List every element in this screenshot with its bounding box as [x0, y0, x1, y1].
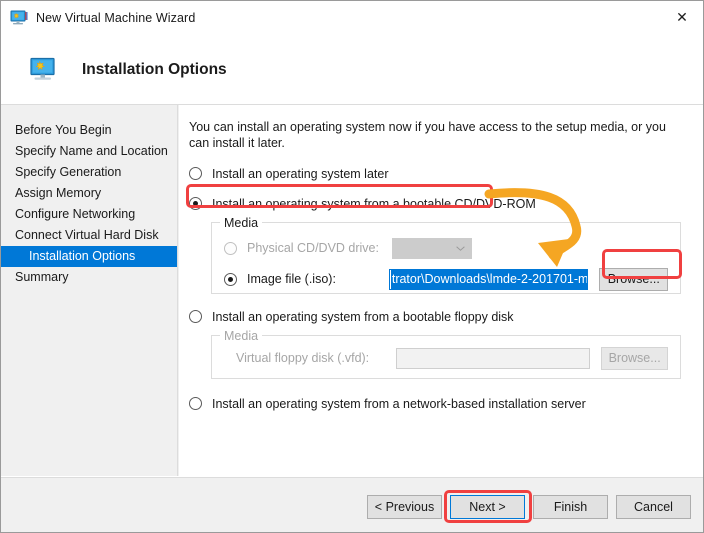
radio-install-from-cd-dvd[interactable]: Install an operating system from a boota… [189, 194, 690, 213]
sidebar-item-connect-virtual-hard-disk[interactable]: Connect Virtual Hard Disk [1, 225, 177, 246]
wizard-content-pane: You can install an operating system now … [179, 105, 703, 476]
new-virtual-machine-wizard-window: New Virtual Machine Wizard ✕ Installatio… [0, 0, 704, 533]
sidebar-item-installation-options[interactable]: Installation Options [1, 246, 177, 267]
cd-dvd-media-group: Media Physical CD/DVD drive: Image file … [211, 216, 681, 294]
radio-indicator [189, 397, 202, 410]
radio-install-from-floppy-label: Install an operating system from a boota… [212, 309, 514, 324]
image-file-browse-button[interactable]: Browse... [599, 267, 668, 291]
virtual-machine-icon [30, 57, 55, 80]
title-bar: New Virtual Machine Wizard ✕ [1, 1, 703, 35]
virtual-floppy-disk-label: Virtual floppy disk (.vfd): [236, 351, 370, 365]
cd-dvd-media-legend: Media [220, 216, 263, 230]
wizard-body: Before You Begin Specify Name and Locati… [1, 105, 703, 476]
radio-install-from-network-label: Install an operating system from a netwo… [212, 396, 586, 411]
radio-indicator [224, 272, 237, 286]
physical-cd-dvd-drive-label: Physical CD/DVD drive: [247, 241, 379, 255]
radio-install-from-network[interactable]: Install an operating system from a netwo… [189, 394, 690, 413]
radio-install-later[interactable]: Install an operating system later [189, 164, 690, 183]
previous-button[interactable]: < Previous [367, 495, 442, 519]
radio-install-from-cd-dvd-label: Install an operating system from a boota… [212, 196, 536, 211]
page-header: Installation Options [1, 35, 703, 105]
close-icon[interactable]: ✕ [659, 1, 703, 32]
virtual-machine-icon [10, 10, 28, 25]
intro-text: You can install an operating system now … [189, 120, 666, 150]
radio-install-from-floppy[interactable]: Install an operating system from a boota… [189, 307, 690, 326]
wizard-footer: < Previous Next > Finish Cancel [1, 477, 703, 532]
physical-cd-dvd-drive-row[interactable]: Physical CD/DVD drive: [224, 237, 668, 259]
window-title: New Virtual Machine Wizard [36, 11, 196, 25]
image-file-label: Image file (.iso): [247, 272, 336, 286]
sidebar-item-before-you-begin[interactable]: Before You Begin [1, 120, 177, 141]
physical-cd-dvd-drive-select [392, 237, 472, 259]
virtual-floppy-disk-input [395, 347, 591, 369]
sidebar-item-specify-name-and-location[interactable]: Specify Name and Location [1, 141, 177, 162]
image-file-input[interactable]: trator\Downloads\lmde-2-201701-mate-64bi… [388, 268, 589, 290]
image-file-row[interactable]: Image file (.iso): trator\Downloads\lmde… [224, 267, 668, 291]
radio-indicator [224, 241, 237, 255]
virtual-floppy-browse-button: Browse... [601, 346, 668, 370]
sidebar-item-configure-networking[interactable]: Configure Networking [1, 204, 177, 225]
next-button[interactable]: Next > [450, 495, 525, 519]
radio-indicator [189, 167, 202, 180]
wizard-steps-sidebar: Before You Begin Specify Name and Locati… [1, 105, 178, 476]
virtual-floppy-disk-row: Virtual floppy disk (.vfd): Browse... [224, 346, 668, 370]
radio-install-later-label: Install an operating system later [212, 166, 389, 181]
cancel-button[interactable]: Cancel [616, 495, 691, 519]
image-file-value: trator\Downloads\lmde-2-201701-mate-64bi… [390, 269, 588, 289]
radio-indicator [189, 310, 202, 323]
page-title: Installation Options [82, 60, 227, 78]
sidebar-item-summary[interactable]: Summary [1, 267, 177, 288]
radio-indicator [189, 197, 202, 210]
sidebar-item-specify-generation[interactable]: Specify Generation [1, 162, 177, 183]
floppy-media-legend: Media [220, 329, 263, 343]
floppy-media-group: Media Virtual floppy disk (.vfd): Browse… [211, 329, 681, 379]
color-bars-icon [25, 12, 28, 20]
finish-button[interactable]: Finish [533, 495, 608, 519]
sidebar-item-assign-memory[interactable]: Assign Memory [1, 183, 177, 204]
chevron-down-icon [456, 245, 465, 251]
